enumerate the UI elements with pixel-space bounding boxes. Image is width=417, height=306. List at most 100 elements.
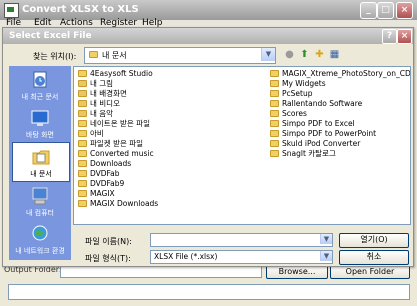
list-item[interactable]: 내 그림 bbox=[78, 79, 113, 89]
list-item[interactable]: DVDFab bbox=[78, 169, 120, 179]
list-item[interactable]: Simpo PDF to Excel bbox=[270, 119, 355, 129]
maximize-button[interactable]: □ bbox=[377, 2, 394, 19]
filetype-label: 파일 형식(T): bbox=[85, 254, 131, 263]
filename-label: 파일 이름(N): bbox=[85, 237, 132, 246]
browse-button[interactable]: Browse... bbox=[266, 265, 328, 279]
file-name: 아비 bbox=[90, 129, 104, 138]
list-item[interactable]: Simpo PDF to PowerPoint bbox=[270, 129, 376, 139]
file-name: Rallentando Software bbox=[282, 99, 363, 108]
folder-icon bbox=[78, 130, 87, 137]
file-name: MAGIX bbox=[90, 189, 115, 198]
folder-icon bbox=[270, 150, 279, 157]
chevron-down-icon[interactable]: ▼ bbox=[320, 251, 332, 261]
filetype-select[interactable]: XLSX File (*.xlsx) ▼ bbox=[150, 250, 333, 264]
list-item[interactable]: 아비 bbox=[78, 129, 104, 139]
list-item[interactable]: PcSetup bbox=[270, 89, 312, 99]
list-item[interactable]: 파일켓 받은 파일 bbox=[78, 139, 143, 149]
place-my-computer[interactable]: 내 컴퓨터 bbox=[9, 182, 71, 220]
place-network[interactable]: 내 네트워크 환경 bbox=[9, 220, 71, 258]
file-name: Downloads bbox=[90, 159, 132, 168]
list-item[interactable]: Scores bbox=[270, 109, 307, 119]
file-name: Scores bbox=[282, 109, 307, 118]
desktop-icon bbox=[31, 110, 49, 126]
select-file-dialog: Select Excel File ? × 찾는 위치(I): 내 문서 ▼ ●… bbox=[2, 27, 414, 267]
list-item[interactable]: 내 음악 bbox=[78, 109, 113, 119]
lookin-dropdown[interactable]: 내 문서 ▼ bbox=[84, 47, 276, 64]
folder-icon bbox=[78, 190, 87, 197]
folder-icon bbox=[270, 110, 279, 117]
folder-icon bbox=[78, 180, 87, 187]
file-name: DVDFab bbox=[90, 169, 120, 178]
file-name: Converted music bbox=[90, 149, 154, 158]
network-icon bbox=[32, 225, 48, 241]
list-item[interactable]: DVDFab9 bbox=[78, 179, 124, 189]
lookin-value: 내 문서 bbox=[102, 51, 127, 60]
file-name: 파일켓 받은 파일 bbox=[90, 139, 144, 148]
folder-icon bbox=[78, 170, 87, 177]
list-item[interactable]: My Widgets bbox=[270, 79, 326, 89]
folder-icon bbox=[78, 150, 87, 157]
chevron-down-icon[interactable]: ▼ bbox=[261, 48, 275, 61]
place-label: 내 네트워크 환경 bbox=[15, 247, 65, 255]
file-name: 내 비디오 bbox=[90, 99, 120, 108]
list-item[interactable]: Rallentando Software bbox=[270, 99, 362, 109]
my-documents-icon bbox=[32, 150, 50, 165]
open-folder-button[interactable]: Open Folder bbox=[330, 265, 410, 279]
folder-icon bbox=[270, 100, 279, 107]
open-button[interactable]: 열기(O) bbox=[339, 233, 409, 248]
place-label: 내 문서 bbox=[30, 170, 52, 178]
list-item[interactable]: Snaglt 카탈로그 bbox=[270, 149, 336, 159]
recent-documents-icon bbox=[33, 71, 47, 88]
minimize-button[interactable]: _ bbox=[360, 2, 377, 19]
file-name: My Widgets bbox=[282, 79, 326, 88]
file-name: Simpo PDF to PowerPoint bbox=[282, 129, 377, 138]
filename-input[interactable]: ▼ bbox=[150, 233, 333, 247]
dialog-title: Select Excel File bbox=[9, 31, 92, 41]
file-name: 내 그림 bbox=[90, 79, 114, 88]
back-icon[interactable]: ● bbox=[283, 48, 296, 61]
folder-icon bbox=[78, 70, 87, 77]
file-name: 네이트온 받은 파일 bbox=[90, 119, 150, 128]
list-item[interactable]: MAGIX Downloads bbox=[78, 199, 158, 209]
list-item[interactable]: 내 비디오 bbox=[78, 99, 120, 109]
close-button[interactable]: × bbox=[396, 2, 413, 19]
list-item[interactable]: MAGIX bbox=[78, 189, 115, 199]
views-menu-icon[interactable]: ▦ bbox=[328, 48, 341, 61]
cancel-button[interactable]: 취소 bbox=[339, 250, 409, 265]
file-list[interactable]: 4Easysoft Studio 내 그림 내 배경화면 내 비디오 내 음악 … bbox=[73, 66, 411, 225]
app-excel-icon bbox=[4, 3, 19, 18]
place-label: 내 컴퓨터 bbox=[26, 209, 54, 217]
place-label: 내 최근 문서 bbox=[21, 93, 59, 101]
folder-icon bbox=[270, 130, 279, 137]
folder-icon bbox=[270, 70, 279, 77]
help-button[interactable]: ? bbox=[382, 29, 397, 44]
up-folder-icon[interactable]: ⬆ bbox=[298, 48, 311, 61]
list-item[interactable]: Downloads bbox=[78, 159, 131, 169]
file-name: 내 배경화면 bbox=[90, 89, 127, 98]
filetype-value: XLSX File (*.xlsx) bbox=[154, 252, 218, 261]
list-item[interactable]: MAGIX_Xtreme_PhotoStory_on_CD_6 bbox=[270, 69, 410, 79]
file-name: Simpo PDF to Excel bbox=[282, 119, 355, 128]
folder-icon bbox=[78, 90, 87, 97]
place-my-documents[interactable]: 내 문서 bbox=[12, 142, 70, 182]
file-name: Skuld iPod Converter bbox=[282, 139, 361, 148]
folder-icon bbox=[78, 120, 87, 127]
place-desktop[interactable]: 바탕 화면 bbox=[9, 104, 71, 142]
list-item[interactable]: 4Easysoft Studio bbox=[78, 69, 153, 79]
folder-icon bbox=[270, 80, 279, 87]
place-label: 바탕 화면 bbox=[26, 131, 54, 139]
list-item[interactable]: 네이트온 받은 파일 bbox=[78, 119, 150, 129]
chevron-down-icon[interactable]: ▼ bbox=[320, 234, 332, 244]
new-folder-icon[interactable]: ✚ bbox=[313, 48, 326, 61]
dialog-close-button[interactable]: × bbox=[397, 29, 412, 44]
list-item[interactable]: Converted music bbox=[78, 149, 154, 159]
list-item[interactable]: 내 배경화면 bbox=[78, 89, 127, 99]
folder-icon bbox=[270, 90, 279, 97]
folder-icon bbox=[78, 100, 87, 107]
file-name: Snaglt 카탈로그 bbox=[282, 149, 336, 158]
list-item[interactable]: Skuld iPod Converter bbox=[270, 139, 360, 149]
file-name: DVDFab9 bbox=[90, 179, 125, 188]
place-recent-documents[interactable]: 내 최근 문서 bbox=[9, 66, 71, 104]
app-title: Convert XLSX to XLS bbox=[22, 4, 139, 15]
app-titlebar: Convert XLSX to XLS _ □ × bbox=[0, 0, 417, 20]
